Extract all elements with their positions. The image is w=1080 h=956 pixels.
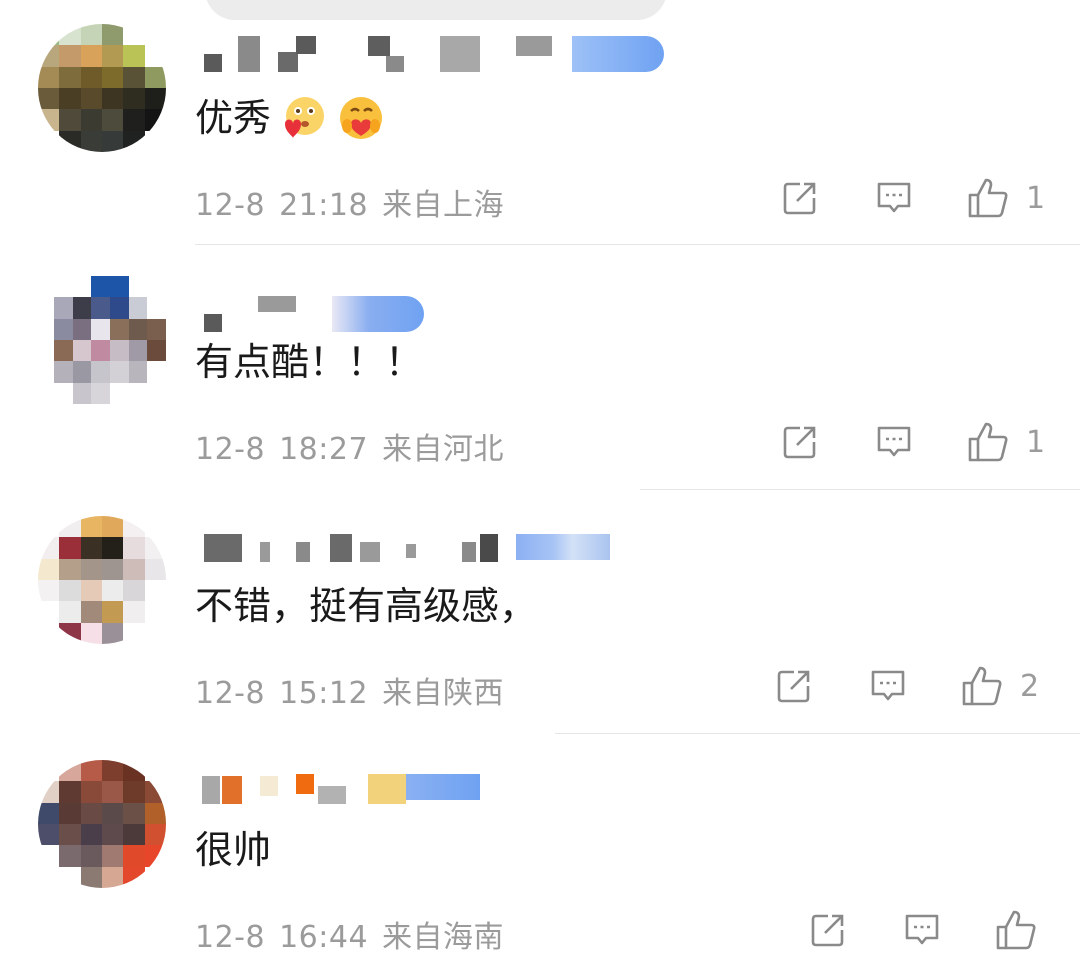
reply-icon (877, 182, 911, 213)
username-obscured[interactable] (200, 294, 430, 334)
avatar[interactable] (38, 516, 166, 644)
like-icon (968, 422, 1008, 462)
reply-icon (877, 426, 911, 457)
share-button[interactable] (772, 664, 816, 708)
share-button[interactable] (778, 176, 822, 220)
like-count: 1 (1026, 424, 1046, 460)
like-count: 2 (1020, 668, 1040, 704)
like-count: 1 (1026, 180, 1046, 216)
like-button[interactable]: 2 (960, 664, 1039, 708)
comment-time: 15:12 (279, 676, 369, 711)
share-icon (811, 914, 844, 947)
comment-date: 12-8 (195, 676, 266, 711)
share-icon (777, 670, 810, 703)
comment-text: 优秀 (195, 94, 385, 142)
reply-button[interactable] (872, 420, 916, 464)
comment-meta: 12-8 21:18 来自上海 (195, 180, 518, 224)
heart-face-emoji (285, 97, 325, 138)
divider (555, 733, 1080, 734)
like-button[interactable]: 1 (966, 176, 1045, 220)
comment-meta: 12-8 18:27 来自河北 (195, 424, 518, 468)
share-button[interactable] (806, 908, 850, 952)
like-button[interactable] (994, 908, 1054, 952)
comment-text: 很帅 (195, 828, 272, 872)
avatar[interactable] (54, 276, 166, 404)
comment-text: 不错，挺有高级感， (195, 584, 538, 628)
username-obscured[interactable] (200, 34, 670, 74)
divider (640, 489, 1080, 490)
comment-location: 来自海南 (382, 920, 505, 955)
comment-text: 有点酷！！！ (195, 340, 424, 384)
comment-meta: 12-8 16:44 来自海南 (195, 912, 518, 956)
reply-button[interactable] (900, 908, 944, 952)
comment-time: 16:44 (279, 920, 369, 955)
reply-icon (905, 914, 939, 945)
reply-icon (871, 670, 905, 701)
comment-date: 12-8 (195, 920, 266, 955)
reply-button[interactable] (872, 176, 916, 220)
avatar[interactable] (38, 24, 166, 152)
comment-time: 21:18 (279, 188, 369, 223)
username-obscured[interactable] (200, 528, 620, 568)
share-icon (783, 426, 816, 459)
like-icon (996, 910, 1036, 950)
share-icon (783, 182, 816, 215)
username-obscured[interactable] (200, 772, 490, 812)
like-icon (962, 666, 1002, 706)
previous-comment-edge (205, 0, 667, 20)
comment-location: 来自陕西 (382, 676, 505, 711)
comment-meta: 12-8 15:12 来自陕西 (195, 668, 518, 712)
hug-face-emoji (340, 97, 383, 139)
like-icon (968, 178, 1008, 218)
comment-date: 12-8 (195, 432, 266, 467)
avatar[interactable] (38, 760, 166, 888)
share-button[interactable] (778, 420, 822, 464)
reply-button[interactable] (866, 664, 910, 708)
comment-date: 12-8 (195, 188, 266, 223)
like-button[interactable]: 1 (966, 420, 1045, 464)
divider (195, 244, 1080, 245)
comment-time: 18:27 (279, 432, 369, 467)
comment-location: 来自上海 (382, 188, 505, 223)
comment-location: 来自河北 (382, 432, 505, 467)
